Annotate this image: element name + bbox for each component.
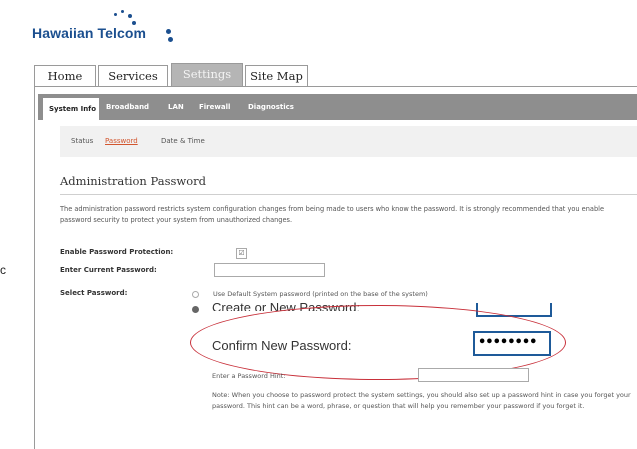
- select-password-label: Select Password:: [60, 289, 128, 297]
- radio-default-password[interactable]: [192, 291, 199, 298]
- subtab-lan[interactable]: LAN: [162, 94, 192, 120]
- subtab-diagnostics[interactable]: Diagnostics: [242, 94, 312, 120]
- current-password-input[interactable]: [214, 263, 325, 277]
- password-hint-label: Enter a Password Hint:: [212, 372, 286, 380]
- password-note: Note: When you choose to password protec…: [212, 391, 631, 410]
- current-password-label: Enter Current Password:: [60, 266, 157, 274]
- radio-create-password[interactable]: [192, 306, 199, 313]
- confirm-password-input[interactable]: ••••••••: [473, 331, 551, 356]
- subtab-broadband[interactable]: Broadband: [100, 94, 160, 120]
- link-password[interactable]: Password: [105, 137, 138, 145]
- tab-home[interactable]: Home: [34, 65, 96, 86]
- logo-dot: [121, 10, 124, 13]
- new-password-input[interactable]: [476, 303, 552, 317]
- hawaiian-telcom-logo: Hawaiian Telcom: [32, 8, 202, 48]
- password-hint-input[interactable]: [418, 368, 529, 382]
- logo-text: Hawaiian Telcom: [32, 25, 147, 41]
- section-divider: [60, 194, 637, 195]
- logo-dot: [166, 29, 171, 34]
- section-title: Administration Password: [60, 174, 207, 188]
- enable-protection-checkbox[interactable]: ☑: [236, 248, 247, 259]
- subtab-system-info[interactable]: System Info: [42, 97, 100, 120]
- link-status[interactable]: Status: [71, 137, 93, 145]
- sub-navigation: System Info Broadband LAN Firewall Diagn…: [38, 94, 637, 120]
- confirm-password-label: Confirm New Password:: [212, 338, 352, 353]
- enable-protection-label: Enable Password Protection:: [60, 248, 174, 256]
- logo-dot: [128, 14, 132, 18]
- subtab-firewall[interactable]: Firewall: [193, 94, 241, 120]
- tab-site-map[interactable]: Site Map: [245, 65, 308, 86]
- tab-services[interactable]: Services: [98, 65, 168, 86]
- left-edge-text: c: [0, 263, 6, 277]
- link-date-time[interactable]: Date & Time: [161, 137, 205, 145]
- logo-dot: [114, 13, 117, 16]
- logo-dot: [168, 37, 173, 42]
- tab-settings[interactable]: Settings: [171, 63, 243, 87]
- settings-subnav: Status Password Date & Time: [60, 126, 637, 157]
- option-default-password-label: Use Default System password (printed on …: [213, 290, 428, 298]
- section-description: The administration password restricts sy…: [60, 205, 605, 224]
